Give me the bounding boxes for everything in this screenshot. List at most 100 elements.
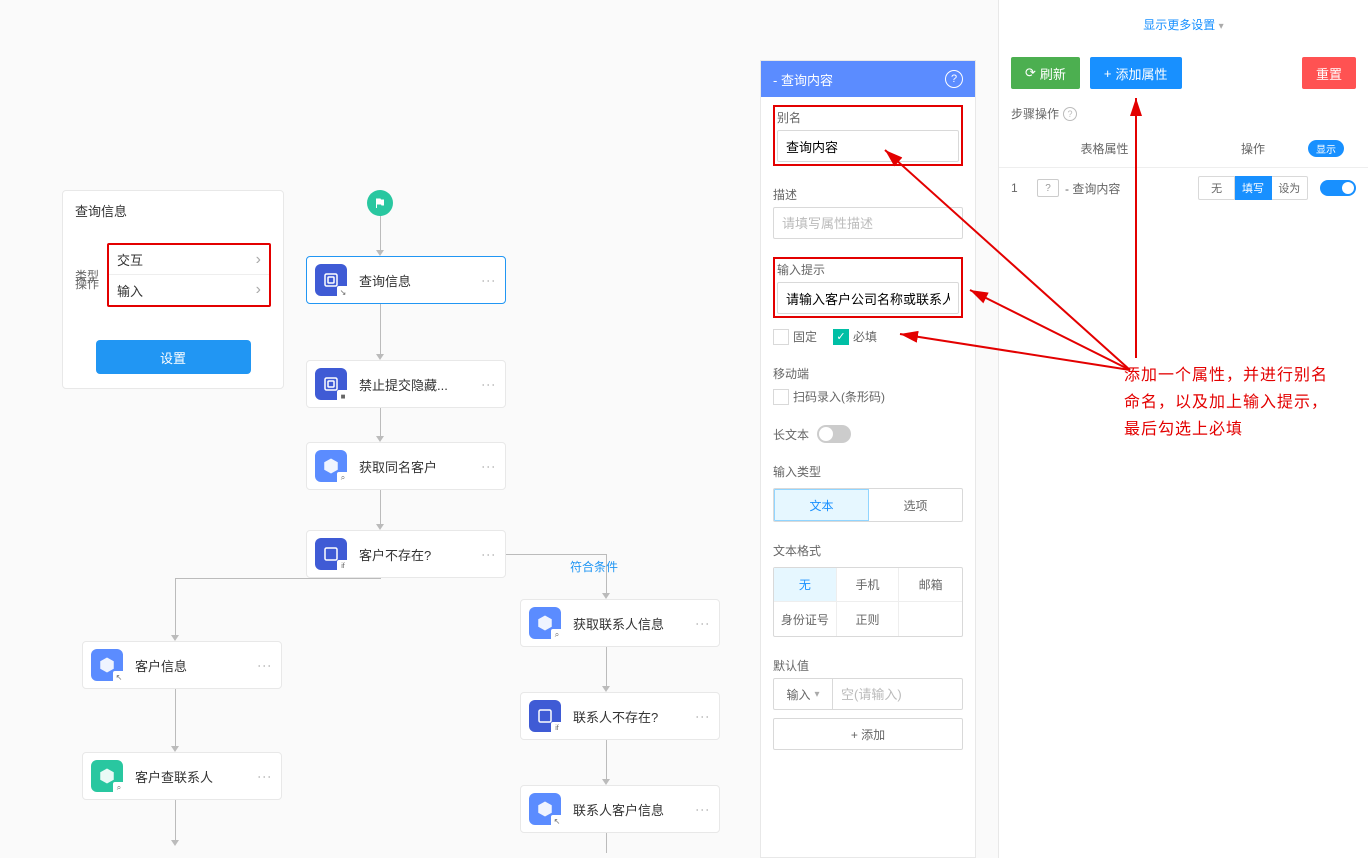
lock-badge-icon: ■ bbox=[337, 390, 349, 402]
refresh-button[interactable]: ⟳ 刷新 bbox=[1011, 57, 1080, 89]
flow-node[interactable]: ⌕ 客户查联系人 ⋮ bbox=[82, 752, 282, 800]
search-badge-icon: ⌕ bbox=[113, 782, 125, 794]
op-none[interactable]: 无 bbox=[1198, 176, 1235, 200]
up-badge-icon: ↖ bbox=[551, 815, 563, 827]
more-icon[interactable]: ⋮ bbox=[481, 548, 497, 560]
flag-icon bbox=[374, 197, 386, 209]
more-icon[interactable]: ⋮ bbox=[257, 659, 273, 671]
flow-node[interactable]: ↖ 联系人客户信息 ⋮ bbox=[520, 785, 720, 833]
node-label: 联系人不存在? bbox=[573, 707, 658, 726]
checkbox-icon bbox=[773, 389, 789, 405]
alias-label: 别名 bbox=[777, 109, 959, 126]
format-none[interactable]: 无 bbox=[774, 568, 837, 602]
refresh-icon: ⟳ bbox=[1025, 65, 1036, 81]
input-badge-icon: ↘ bbox=[337, 286, 349, 298]
more-icon[interactable]: ⋮ bbox=[481, 460, 497, 472]
flow-node[interactable]: ■ 禁止提交隐藏... ⋮ bbox=[306, 360, 506, 408]
default-type-select[interactable]: 输入▾ bbox=[773, 678, 833, 710]
more-settings-link[interactable]: 显示更多设置 ▾ bbox=[999, 0, 1368, 49]
flow-node-query-info[interactable]: ↘ 查询信息 ⋮ bbox=[306, 256, 506, 304]
node-label: 联系人客户信息 bbox=[573, 800, 664, 819]
add-default-button[interactable]: + 添加 bbox=[773, 718, 963, 750]
node-label: 客户查联系人 bbox=[135, 767, 213, 786]
cube-icon: ⌕ bbox=[91, 760, 123, 792]
hint-input[interactable] bbox=[777, 282, 959, 314]
node-label: 获取同名客户 bbox=[359, 457, 437, 476]
default-input[interactable] bbox=[833, 678, 963, 710]
format-phone[interactable]: 手机 bbox=[837, 568, 900, 602]
cube-icon: ↖ bbox=[529, 793, 561, 825]
display-badge: 显示 bbox=[1308, 140, 1344, 157]
type-select[interactable]: 交互 › bbox=[109, 245, 269, 275]
interaction-icon: ■ bbox=[315, 368, 347, 400]
step-operations-panel: 显示更多设置 ▾ ⟳ 刷新 + 添加属性 重置 步骤操作 ? 表格属性 操作 显… bbox=[998, 0, 1368, 858]
input-type-option[interactable]: 选项 bbox=[869, 489, 962, 521]
desc-input[interactable] bbox=[773, 207, 963, 239]
flow-node-condition[interactable]: if 联系人不存在? ⋮ bbox=[520, 692, 720, 740]
format-email[interactable]: 邮箱 bbox=[899, 568, 962, 602]
flow-node[interactable]: ⌕ 获取同名客户 ⋮ bbox=[306, 442, 506, 490]
scan-checkbox[interactable]: 扫码录入(条形码) bbox=[773, 388, 963, 405]
table-header: 表格属性 操作 显示 bbox=[999, 130, 1368, 168]
op-label: 操作 bbox=[75, 275, 107, 292]
more-icon[interactable]: ⋮ bbox=[695, 803, 711, 815]
alias-input[interactable] bbox=[777, 130, 959, 162]
longtext-label: 长文本 bbox=[773, 426, 809, 443]
if-badge-icon: if bbox=[551, 722, 563, 734]
node-label: 获取联系人信息 bbox=[573, 614, 664, 633]
mobile-label: 移动端 bbox=[773, 365, 963, 382]
flow-node[interactable]: ⌕ 获取联系人信息 ⋮ bbox=[520, 599, 720, 647]
query-info-panel: 查询信息 类型 交互 › 输入 › 操作 设置 bbox=[62, 190, 284, 389]
format-label: 文本格式 bbox=[773, 542, 963, 559]
checkbox-icon bbox=[773, 329, 789, 345]
help-icon[interactable]: ? bbox=[945, 70, 963, 88]
flow-node[interactable]: ↖ 客户信息 ⋮ bbox=[82, 641, 282, 689]
properties-panel: - 查询内容 ? 别名 描述 输入提示 固定 ✓ 必填 移动 bbox=[760, 60, 976, 858]
input-type-label: 输入类型 bbox=[773, 463, 963, 480]
more-icon[interactable]: ⋮ bbox=[481, 274, 497, 286]
longtext-toggle[interactable] bbox=[817, 425, 851, 443]
start-node[interactable] bbox=[367, 190, 393, 216]
more-icon[interactable]: ⋮ bbox=[481, 378, 497, 390]
help-icon[interactable]: ? bbox=[1063, 107, 1077, 121]
op-fill[interactable]: 填写 bbox=[1235, 176, 1271, 200]
if-icon: if bbox=[529, 700, 561, 732]
search-badge-icon: ⌕ bbox=[551, 629, 563, 641]
more-icon[interactable]: ⋮ bbox=[695, 710, 711, 722]
question-icon: ? bbox=[1037, 179, 1059, 197]
chevron-down-icon: ▾ bbox=[1219, 21, 1224, 32]
plus-icon: + bbox=[1104, 66, 1112, 81]
required-checkbox[interactable]: ✓ 必填 bbox=[833, 328, 877, 345]
prop-panel-header: - 查询内容 ? bbox=[761, 61, 975, 97]
chevron-right-icon: › bbox=[256, 251, 261, 269]
checkbox-checked-icon: ✓ bbox=[833, 329, 849, 345]
cube-icon: ⌕ bbox=[529, 607, 561, 639]
query-panel-title: 查询信息 bbox=[63, 191, 283, 230]
node-label: 查询信息 bbox=[359, 271, 411, 290]
default-label: 默认值 bbox=[773, 657, 963, 674]
cube-icon: ↖ bbox=[91, 649, 123, 681]
if-icon: if bbox=[315, 538, 347, 570]
hint-label: 输入提示 bbox=[777, 261, 959, 278]
step-op-label: 步骤操作 ? bbox=[1011, 105, 1356, 122]
node-label: 禁止提交隐藏... bbox=[359, 375, 448, 394]
op-set[interactable]: 设为 bbox=[1272, 176, 1308, 200]
chevron-right-icon: › bbox=[256, 281, 261, 299]
more-icon[interactable]: ⋮ bbox=[695, 617, 711, 629]
format-regex[interactable]: 正则 bbox=[837, 602, 900, 636]
op-select[interactable]: 输入 › bbox=[109, 275, 269, 305]
search-badge-icon: ⌕ bbox=[337, 472, 349, 484]
edge-label: 符合条件 bbox=[570, 558, 618, 575]
setting-button[interactable]: 设置 bbox=[96, 340, 251, 374]
fixed-checkbox[interactable]: 固定 bbox=[773, 328, 817, 345]
flow-node-condition[interactable]: if 客户不存在? ⋮ bbox=[306, 530, 506, 578]
more-icon[interactable]: ⋮ bbox=[257, 770, 273, 782]
add-property-button[interactable]: + 添加属性 bbox=[1090, 57, 1182, 89]
row-toggle[interactable] bbox=[1320, 180, 1356, 196]
input-type-text[interactable]: 文本 bbox=[774, 489, 869, 521]
table-row: 1 ? - 查询内容 无 填写 设为 bbox=[999, 168, 1368, 208]
node-label: 客户不存在? bbox=[359, 545, 431, 564]
reset-button[interactable]: 重置 bbox=[1302, 57, 1356, 89]
up-badge-icon: ↖ bbox=[113, 671, 125, 683]
format-idcard[interactable]: 身份证号 bbox=[774, 602, 837, 636]
